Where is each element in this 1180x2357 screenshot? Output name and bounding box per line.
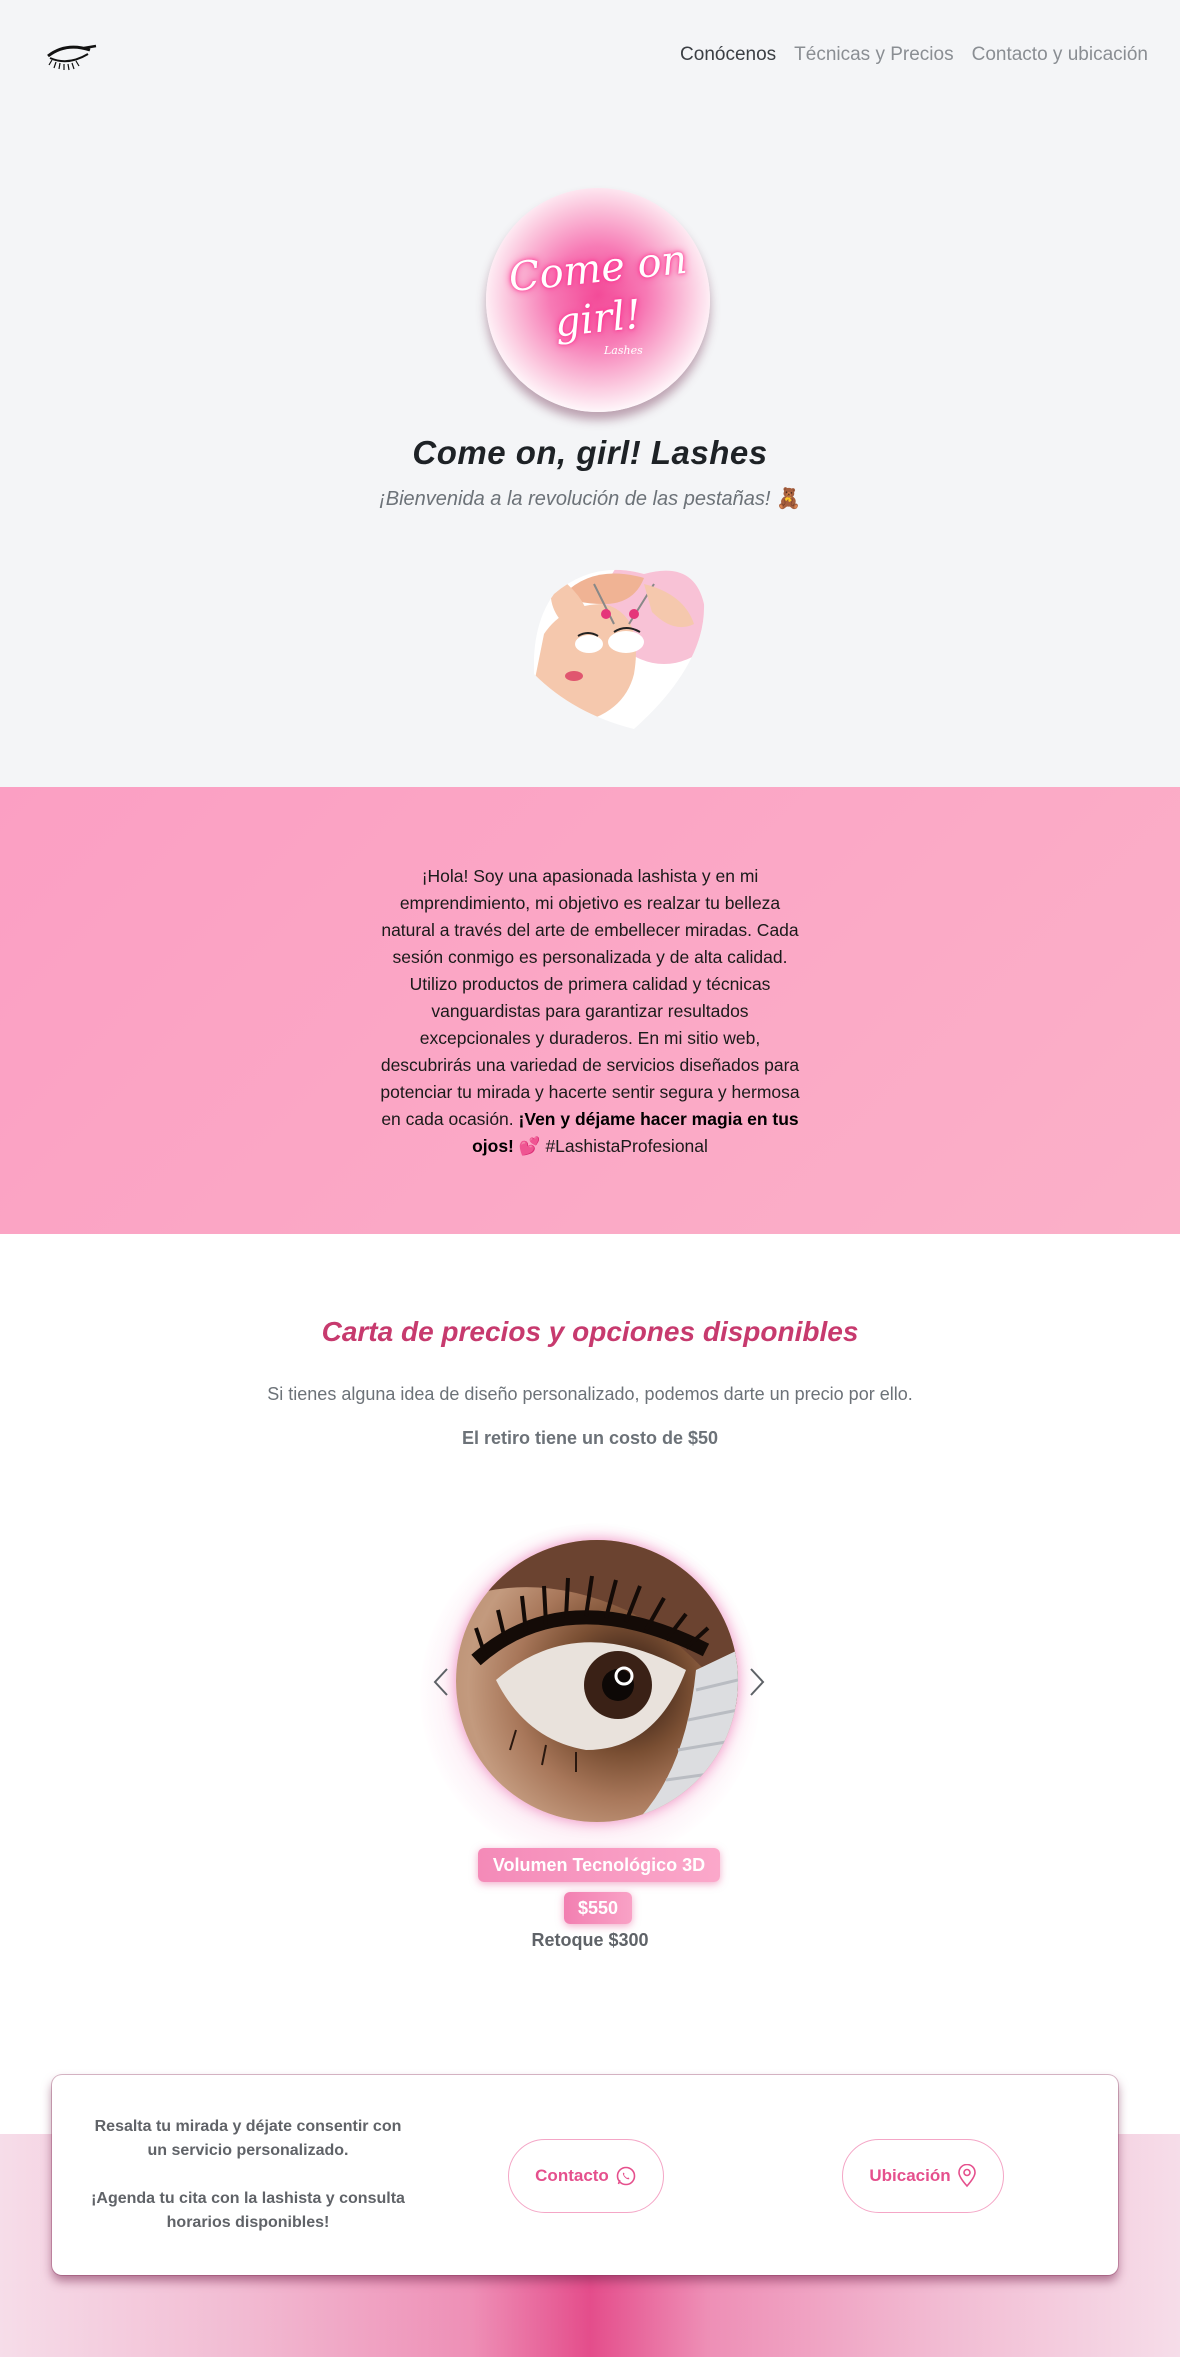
touchup-price: Retoque $300 — [531, 1930, 649, 1950]
logo-text-line3: Lashes — [604, 344, 643, 357]
prices-title: Carta de precios y opciones disponibles — [321, 1316, 859, 1347]
lash-application-illustration — [534, 569, 705, 729]
service-price-badge: $550 — [564, 1892, 632, 1924]
about-hashtag: #LashistaProfesional — [545, 1136, 708, 1156]
contact-card-line1: Resalta tu mirada y déjate consentir con… — [94, 2118, 402, 2159]
map-pin-icon — [957, 2164, 976, 2188]
carousel-next-button[interactable] — [742, 1662, 772, 1702]
carousel-prev-button[interactable] — [426, 1662, 456, 1702]
nav-link-conocenos[interactable]: Conócenos — [680, 44, 776, 66]
nav-link-tecnicas-precios[interactable]: Técnicas y Precios — [794, 44, 953, 66]
contact-button-label: Contacto — [535, 2166, 609, 2185]
about-section: ¡Hola! Soy una apasionada lashista y en … — [0, 787, 1180, 1234]
brand-logo: Come on girl! Lashes — [486, 188, 710, 412]
whatsapp-icon — [616, 2166, 636, 2186]
chevron-left-icon — [433, 1668, 448, 1696]
about-paragraph: ¡Hola! Soy una apasionada lashista y en … — [380, 866, 800, 1129]
removal-cost-note: El retiro tiene un costo de $50 — [461, 1428, 719, 1448]
contact-card: Resalta tu mirada y déjate consentir con… — [52, 2075, 1118, 2275]
nav-menu: Conócenos Técnicas y Precios Contacto y … — [680, 44, 1148, 66]
hero-subtitle-text: ¡Bienvenida a la revolución de las pesta… — [379, 488, 771, 510]
navbar: Conócenos Técnicas y Precios Contacto y … — [0, 0, 1180, 112]
nav-link-contacto-ubicacion[interactable]: Contacto y ubicación — [972, 44, 1148, 66]
contact-card-text: Resalta tu mirada y déjate consentir con… — [88, 2115, 408, 2235]
hearts-icon: 💕 — [518, 1136, 541, 1156]
location-button-label: Ubicación — [869, 2166, 951, 2185]
location-button[interactable]: Ubicación — [842, 2139, 1004, 2213]
eyelash-icon[interactable] — [44, 36, 98, 74]
service-name-badge: Volumen Tecnológico 3D — [478, 1848, 720, 1882]
chevron-right-icon — [750, 1668, 765, 1696]
prices-lead: Si tienes alguna idea de diseño personal… — [267, 1384, 913, 1404]
teddy-bear-icon: 🧸 — [776, 488, 801, 510]
page-title: Come on, girl! Lashes — [412, 434, 768, 471]
contact-card-line2: ¡Agenda tu cita con la lashista y consul… — [91, 2190, 405, 2231]
service-photo — [456, 1540, 738, 1822]
hero-section: Come on girl! Lashes Come on, girl! Lash… — [0, 112, 1180, 787]
prices-section: Carta de precios y opciones disponibles … — [0, 1234, 1180, 2134]
contact-button[interactable]: Contacto — [508, 2139, 664, 2213]
eye-closeup-image — [456, 1540, 738, 1822]
hero-subtitle: ¡Bienvenida a la revolución de las pesta… — [0, 486, 1180, 511]
about-text: ¡Hola! Soy una apasionada lashista y en … — [380, 863, 800, 1160]
